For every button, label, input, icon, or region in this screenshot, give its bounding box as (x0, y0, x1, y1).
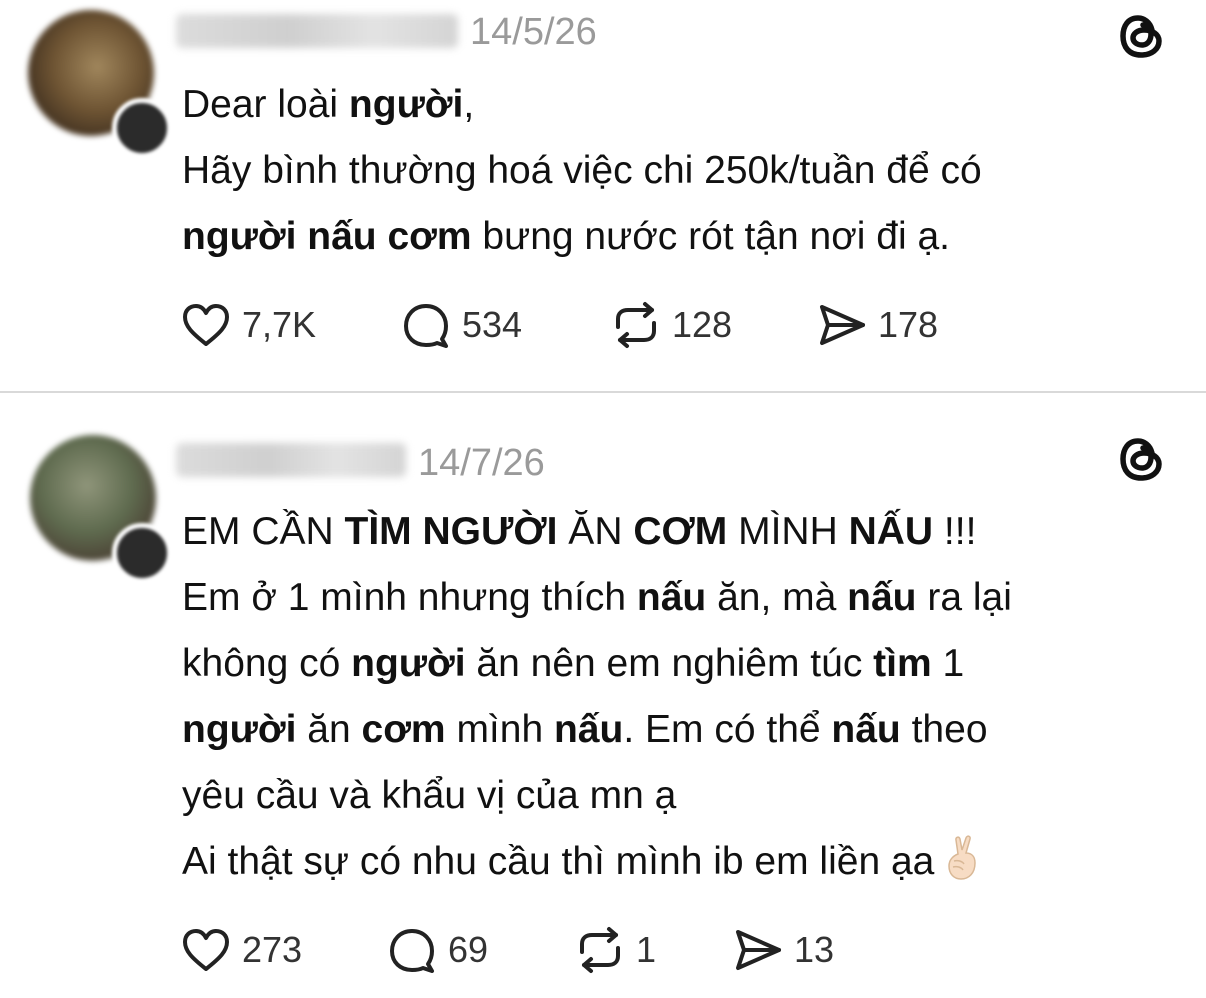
repost-icon (580, 927, 620, 973)
post-text: EM CẦN TÌM NGƯỜI ĂN CƠM MÌNH NẤU !!! Em … (182, 499, 1012, 895)
text-segment: theo (900, 708, 988, 751)
avatar-badge (112, 523, 172, 583)
share-paper-plane-icon (736, 930, 781, 970)
text-line: Em ở 1 mình nhưng thích nấu ăn, mà nấu r… (182, 565, 1012, 631)
share-paper-plane-icon (820, 305, 865, 345)
text-segment-bold: cơm (361, 708, 446, 751)
text-segment-bold: nấu (831, 708, 901, 751)
text-segment-bold: tìm (873, 642, 932, 685)
comment-button[interactable]: 534 (400, 300, 522, 350)
username-blurred[interactable] (176, 443, 406, 477)
threads-logo-icon[interactable] (1116, 433, 1168, 485)
text-segment: bưng nước rót tận nơi đi ạ. (471, 215, 950, 258)
text-line: Hãy bình thường hoá việc chi 250k/tuần đ… (182, 138, 982, 204)
text-segment-bold: người (348, 83, 464, 126)
text-segment-bold: nấu (636, 576, 707, 619)
share-button[interactable]: 13 (732, 925, 834, 975)
post-1: 14/5/26 Dear loài người, Hãy bình thường… (0, 0, 1206, 392)
share-count: 178 (878, 304, 939, 345)
like-count: 7,7K (242, 304, 317, 345)
text-segment: không có (182, 642, 352, 685)
text-segment-bold: TÌM NGƯỜI (344, 510, 558, 553)
post-date: 14/7/26 (418, 442, 545, 484)
text-segment-bold: nấu (847, 576, 917, 619)
comment-bubble-icon (404, 304, 448, 348)
comment-count: 69 (448, 929, 489, 970)
repost-button[interactable]: 1 (574, 925, 656, 975)
text-segment-bold: nấu (553, 708, 624, 751)
text-segment: . Em có thể (623, 708, 832, 751)
repost-count: 128 (672, 304, 733, 345)
text-segment: Hãy bình thường hoá việc chi 250k/tuần đ… (182, 149, 982, 192)
text-segment: mình (445, 708, 554, 751)
text-segment: !!! (933, 510, 977, 553)
post-text: Dear loài người, Hãy bình thường hoá việ… (182, 72, 982, 270)
text-segment-bold: người (182, 708, 297, 751)
repost-icon (616, 302, 656, 348)
text-segment: ra lại (916, 576, 1012, 619)
text-segment: EM CẦN (182, 510, 345, 553)
crossed-fingers-emoji (948, 835, 977, 880)
text-segment: ăn, mà (706, 576, 848, 619)
text-segment: Em ở 1 mình nhưng thích (182, 576, 637, 619)
text-line: EM CẦN TÌM NGƯỜI ĂN CƠM MÌNH NẤU !!! (182, 499, 1012, 565)
threads-logo-icon[interactable] (1116, 10, 1168, 62)
text-line: Dear loài người, (182, 72, 982, 138)
text-segment: MÌNH (727, 510, 849, 553)
text-segment: , (463, 83, 475, 126)
post-2: 14/7/26 EM CẦN TÌM NGƯỜI ĂN CƠM MÌNH NẤU… (0, 393, 1206, 998)
text-line: yêu cầu và khẩu vị của mn ạ (182, 763, 1012, 829)
text-line: không có người ăn nên em nghiêm túc tìm … (182, 631, 1012, 697)
like-button[interactable]: 273 (180, 925, 302, 975)
text-segment-bold: CƠM (633, 510, 728, 553)
text-line: người nấu cơm bưng nước rót tận nơi đi ạ… (182, 204, 982, 270)
text-segment: ăn (296, 708, 362, 751)
comment-count: 534 (462, 304, 523, 345)
avatar-badge (112, 98, 172, 158)
heart-icon (183, 929, 229, 971)
comment-bubble-icon (390, 929, 434, 973)
text-segment: ăn nên em nghiêm túc (465, 642, 874, 685)
text-segment: Ai thật sự có nhu cầu thì mình ib em liề… (182, 840, 935, 883)
share-count: 13 (794, 929, 835, 970)
like-button[interactable]: 7,7K (180, 300, 316, 350)
text-segment-bold: người nấu cơm (182, 215, 472, 258)
text-segment-bold: người (351, 642, 466, 685)
comment-button[interactable]: 69 (386, 925, 488, 975)
text-segment: 1 (931, 642, 965, 685)
like-count: 273 (242, 929, 303, 970)
text-segment: yêu cầu và khẩu vị của mn ạ (182, 774, 677, 817)
text-line: người ăn cơm mình nấu. Em có thể nấu the… (182, 697, 1012, 763)
share-button[interactable]: 178 (816, 300, 938, 350)
repost-button[interactable]: 128 (610, 300, 732, 350)
username-blurred[interactable] (176, 14, 458, 48)
text-segment: Dear loài (182, 83, 349, 126)
text-segment-bold: NẤU (848, 510, 934, 553)
text-line: Ai thật sự có nhu cầu thì mình ib em liề… (182, 829, 1012, 895)
repost-count: 1 (636, 929, 657, 970)
heart-icon (183, 304, 229, 346)
text-segment: ĂN (557, 510, 634, 553)
post-date: 14/5/26 (470, 11, 597, 53)
